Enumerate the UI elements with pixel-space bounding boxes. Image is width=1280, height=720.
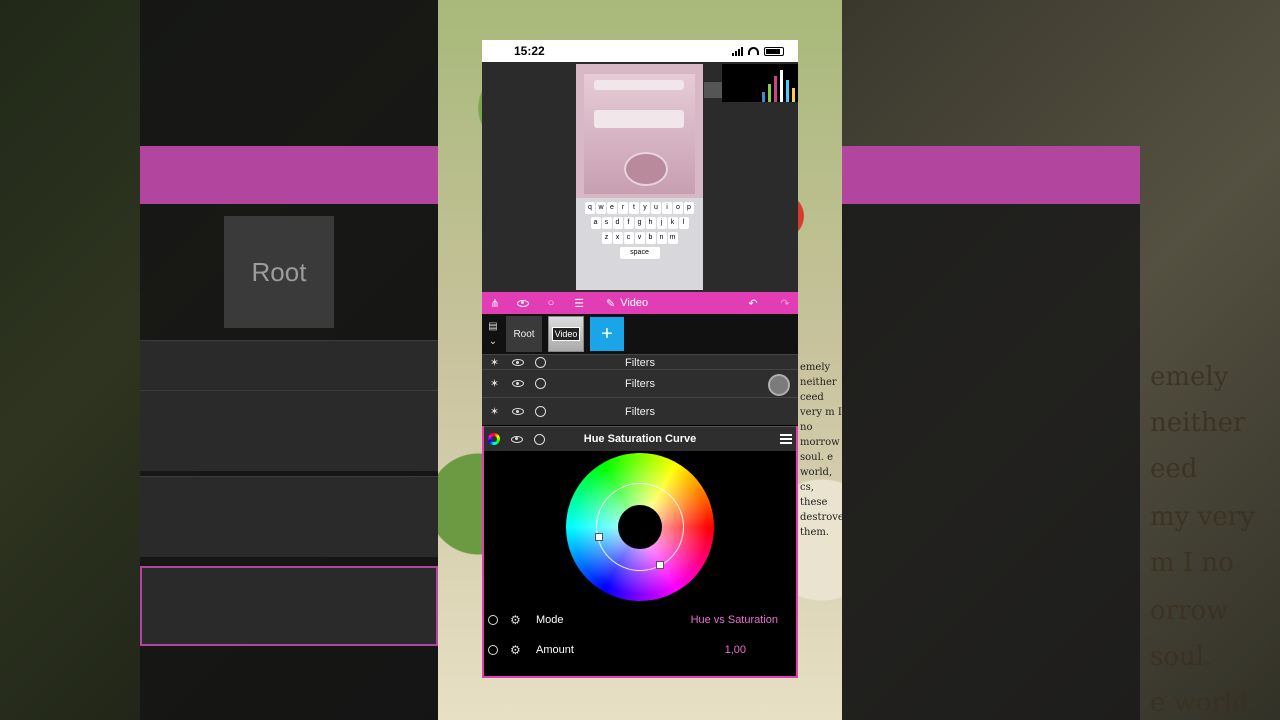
magic-wand-icon[interactable]: ✶ <box>488 356 501 369</box>
target-icon[interactable] <box>534 405 547 418</box>
filter-row[interactable]: ✶ Filters <box>482 354 798 369</box>
curve-handle[interactable] <box>595 533 603 541</box>
editor-toolbar: ⋔ ○ ☰ ✎ Video ↶ ↷ <box>482 292 798 314</box>
layer-root-button[interactable]: Root <box>506 316 542 352</box>
redo-icon[interactable]: ↷ <box>778 296 792 310</box>
mode-selector[interactable]: ✎ Video <box>606 297 648 310</box>
ghost-text: my very <box>1150 502 1255 532</box>
target-icon[interactable] <box>533 433 546 446</box>
filter-row[interactable]: ✶ Filters <box>482 374 798 425</box>
target-icon[interactable] <box>534 356 547 369</box>
timer-icon[interactable] <box>488 645 498 655</box>
gear-icon[interactable]: ⚙ <box>510 643 521 657</box>
target-icon[interactable] <box>534 377 547 390</box>
eye-icon[interactable] <box>510 433 523 446</box>
preview-chat-image <box>584 74 695 194</box>
timer-icon[interactable] <box>488 615 498 625</box>
preview-keyboard-image: qwertyuiop asdfghjkl zxcvbnm space <box>576 198 703 290</box>
gear-icon[interactable]: ⚙ <box>510 613 521 627</box>
preview-cup-shape <box>624 152 668 186</box>
eye-icon[interactable] <box>511 356 524 369</box>
param-value[interactable]: 1,00 <box>725 644 746 656</box>
signal-icon <box>732 46 743 56</box>
book-page-text: emely neither ceed very m I no morrow so… <box>800 362 842 538</box>
ghost-text: m I no <box>1150 548 1234 578</box>
undo-icon[interactable]: ↶ <box>746 296 760 310</box>
ghost-root-label: Root <box>224 216 334 328</box>
waveform-scope <box>704 82 722 98</box>
ghost-row <box>140 390 438 471</box>
param-row-amount[interactable]: ⚙ Amount 1,00 <box>484 635 796 665</box>
histogram-display <box>722 64 798 102</box>
param-name: Mode <box>536 614 564 626</box>
eye-icon[interactable] <box>516 296 530 310</box>
layer-strip: ▤ ⌄ Root Video + <box>482 314 798 354</box>
color-wheel-icon <box>488 433 500 445</box>
ghost-row <box>140 566 438 646</box>
wheel-center <box>618 505 662 549</box>
chevron-down-icon[interactable]: ⌄ <box>489 336 497 347</box>
floating-assistive-button[interactable] <box>768 374 790 396</box>
magic-wand-icon[interactable]: ✶ <box>488 405 501 418</box>
effect-header[interactable]: Hue Saturation Curve <box>484 426 796 451</box>
preview-frame: qwertyuiop asdfghjkl zxcvbnm space <box>576 64 703 290</box>
hierarchy-icon[interactable]: ⋔ <box>488 296 502 310</box>
layer-strip-controls: ▤ ⌄ <box>486 321 500 347</box>
ghost-text: neither <box>1150 408 1246 438</box>
eye-icon[interactable] <box>511 377 524 390</box>
filter-row[interactable]: ✶ Filters <box>482 369 798 397</box>
menu-icon[interactable] <box>780 434 792 444</box>
eye-icon[interactable] <box>511 405 524 418</box>
menu-icon[interactable]: ☰ <box>572 296 586 310</box>
ghost-text: eed <box>1150 454 1198 484</box>
wifi-icon <box>748 47 759 55</box>
layer-video-thumbnail[interactable]: Video <box>548 316 584 352</box>
layer-video-label: Video <box>551 327 581 341</box>
ghost-text: e world, <box>1150 688 1258 718</box>
circle-icon[interactable]: ○ <box>544 296 558 310</box>
battery-icon <box>764 46 784 56</box>
magic-wand-icon[interactable]: ✶ <box>488 377 501 390</box>
layers-list-icon[interactable]: ▤ <box>488 321 497 332</box>
ghost-panel-right <box>842 204 1140 720</box>
video-preview[interactable]: qwertyuiop asdfghjkl zxcvbnm space <box>482 62 798 292</box>
param-name: Amount <box>536 644 574 656</box>
hue-wheel-area <box>484 451 796 605</box>
ghost-text: emely <box>1150 362 1229 392</box>
pencil-icon: ✎ <box>606 297 616 310</box>
ghost-toolbar-right <box>842 146 1140 204</box>
mode-label: Video <box>620 297 649 309</box>
status-bar: 15:22 <box>482 40 798 62</box>
param-value[interactable]: Hue vs Saturation <box>691 614 778 626</box>
ghost-text: orrow <box>1150 596 1229 626</box>
ghost-row <box>140 476 438 557</box>
status-time: 15:22 <box>514 44 545 58</box>
param-row-mode[interactable]: ⚙ Mode Hue vs Saturation <box>484 605 796 635</box>
ghost-text: soul. <box>1150 642 1213 672</box>
ghost-toolbar-left <box>140 146 438 204</box>
status-icons <box>732 46 784 56</box>
curve-handle[interactable] <box>656 561 664 569</box>
phone-screen: 15:22 qwertyuiop asdfghjkl zxcvbnm space <box>482 40 798 678</box>
hue-saturation-curve-panel: Hue Saturation Curve ⚙ Mode Hue vs Satur… <box>482 426 798 678</box>
add-layer-button[interactable]: + <box>590 317 624 351</box>
